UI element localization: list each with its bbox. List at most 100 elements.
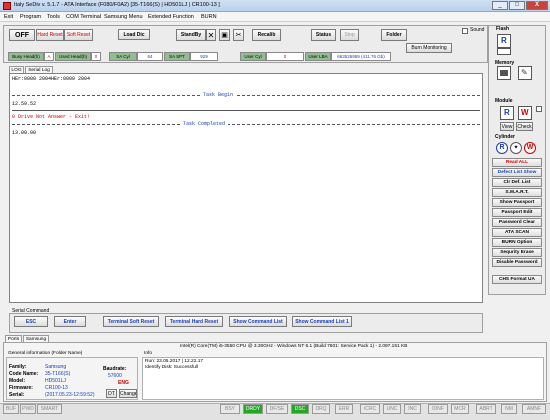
- show-passport-button[interactable]: Show Passport: [492, 198, 542, 207]
- tab-samsung[interactable]: Samsung: [23, 335, 49, 342]
- code-name-value: 35-T166(S): [45, 371, 71, 377]
- sa-spt-label: SA SPT: [164, 52, 190, 61]
- close-button[interactable]: X: [526, 1, 548, 10]
- cancel-x-icon[interactable]: ✕: [206, 29, 216, 41]
- serial-value: (2017.05.23-12:59:52): [45, 392, 95, 398]
- menu-exit[interactable]: Exit: [4, 14, 13, 20]
- soft-reset-button[interactable]: Soft Reset: [64, 29, 93, 41]
- code-name-label: Code Name:: [9, 371, 39, 377]
- terminal-hard-reset-button[interactable]: Terminal Hard Reset: [165, 316, 223, 327]
- task-begin-text: Task Begin: [200, 92, 237, 98]
- used-head-value: 0: [91, 52, 101, 61]
- tab-serial-log[interactable]: Serial Log: [25, 66, 53, 73]
- save-icon[interactable]: ▣: [219, 29, 230, 41]
- recalib-button[interactable]: Recalib: [252, 29, 281, 41]
- status-buf: BUF: [3, 404, 19, 414]
- standby-button[interactable]: StandBy: [176, 29, 206, 41]
- load-dic-button[interactable]: Load Dic: [118, 29, 150, 40]
- sound-label: Sound: [470, 27, 485, 33]
- cylinder-tool-icon[interactable]: ✦: [510, 142, 522, 154]
- disable-password-button[interactable]: Disable Password: [492, 258, 542, 267]
- status-drdy: DRDY: [243, 404, 263, 414]
- clr-def-list-button[interactable]: Clr Def. List: [492, 178, 542, 187]
- cylinder-write-icon[interactable]: W: [524, 142, 536, 154]
- status-smart: SMART: [37, 404, 62, 414]
- change-button[interactable]: Change: [119, 389, 137, 398]
- window-title: Italy SeDiv v. 5.1.7 - ATA Interface (F0…: [14, 2, 220, 8]
- used-head-label: Used Head(h): [55, 52, 91, 61]
- status-dsc: DSC: [291, 404, 309, 414]
- read-all-button[interactable]: Read ALL: [492, 158, 542, 167]
- cylinder-read-icon[interactable]: R: [496, 142, 508, 154]
- menu-extended-function[interactable]: Extended Function: [148, 14, 194, 20]
- status-button[interactable]: Status: [311, 29, 336, 41]
- model-label: Model:: [9, 378, 26, 384]
- module-checkbox[interactable]: [536, 106, 542, 112]
- info-line: Identify Disk: Successfull: [145, 365, 199, 370]
- info-line: Run: 23.05.2017 | 12.22.17: [145, 359, 204, 364]
- chs-format-ua-button[interactable]: CHS Format UA: [492, 275, 542, 284]
- esc-button[interactable]: ESC: [14, 316, 48, 327]
- sound-checkbox[interactable]: [462, 28, 468, 34]
- console-time-end: 13.00.00: [12, 130, 37, 136]
- status-mcr: MCR: [451, 404, 469, 414]
- password-clear-button[interactable]: Password Clear: [492, 218, 542, 227]
- log-console[interactable]: HEr:0000 2004HEr:0000 2004 Task Begin 12…: [9, 73, 483, 303]
- folder-button[interactable]: Folder: [381, 29, 407, 41]
- app-icon: [3, 2, 11, 10]
- busy-head-label: Busy Head(h): [8, 52, 44, 61]
- language-value: ENG: [118, 380, 129, 386]
- enter-button[interactable]: Enter: [54, 316, 86, 327]
- dt-button[interactable]: DT: [106, 389, 117, 398]
- memory-chip-icon[interactable]: [497, 66, 511, 80]
- tools-icon[interactable]: ✂: [233, 29, 244, 41]
- show-command-list-button[interactable]: Show Command List: [229, 316, 287, 327]
- user-lba-value: 663526959 (411.76 Gb): [331, 52, 391, 61]
- hard-reset-button[interactable]: Hard Reset: [36, 29, 64, 41]
- menu-com-terminal[interactable]: COM Terminal: [66, 14, 101, 20]
- show-command-list-1-button[interactable]: Show Command List 1: [292, 316, 352, 327]
- firmware-label: Firmware:: [9, 385, 33, 391]
- menu-bar: Exit Program Tools COM Terminal Samsung …: [0, 12, 550, 22]
- minimize-button[interactable]: _: [492, 1, 508, 10]
- terminal-soft-reset-button[interactable]: Terminal Soft Reset: [103, 316, 159, 327]
- menu-burn[interactable]: BURN: [201, 14, 217, 20]
- smart-button[interactable]: S.M.A.R.T.: [492, 188, 542, 197]
- tab-log[interactable]: LOG: [9, 66, 24, 73]
- security-erase-button[interactable]: Sequrity Erase: [492, 248, 542, 257]
- status-drq: DRQ: [312, 404, 330, 414]
- user-cyl-label: User Cyl: [240, 52, 266, 61]
- general-info-label: General information (Folder Name): [8, 351, 83, 356]
- status-df-se: DF/SE: [266, 404, 288, 414]
- sa-spt-value: 929: [190, 52, 218, 61]
- memory-tool-icon[interactable]: ✎: [518, 66, 532, 80]
- tab-ports[interactable]: Ports: [5, 335, 22, 342]
- model-value: HD501LJ: [45, 378, 66, 384]
- check-button[interactable]: Check: [516, 122, 533, 131]
- firmware-value: CR100-13: [45, 385, 68, 391]
- stop-button[interactable]: Stop: [340, 29, 359, 41]
- separator: [12, 124, 480, 125]
- flash-read-icon[interactable]: R: [497, 34, 511, 48]
- family-label: Family:: [9, 364, 27, 370]
- ata-scan-button[interactable]: ATA SCAN: [492, 228, 542, 237]
- module-read-icon[interactable]: R: [500, 106, 514, 120]
- status-amnf: AMNF: [522, 404, 546, 414]
- view-button[interactable]: View: [500, 122, 514, 131]
- defect-list-show-button[interactable]: Defect List Show: [492, 168, 542, 177]
- flash-write-icon[interactable]: [497, 48, 511, 55]
- separator: [12, 110, 480, 111]
- menu-tools[interactable]: Tools: [47, 14, 60, 20]
- flash-label: Flash: [496, 26, 510, 32]
- cpu-info: Intel(R) Core(TM) i5-3550 CPU @ 3.30GHz …: [180, 344, 408, 349]
- off-button[interactable]: OFF: [9, 29, 35, 41]
- console-line: HEr:0000 2004HEr:0000 2004: [12, 76, 91, 82]
- burn-option-button[interactable]: BURN Option: [492, 238, 542, 247]
- family-value: Samsung: [45, 364, 67, 370]
- menu-program[interactable]: Program: [20, 14, 41, 20]
- module-write-icon[interactable]: W: [518, 106, 532, 120]
- maximize-button[interactable]: □: [509, 1, 525, 10]
- burn-monitoring-button[interactable]: Burn Monitoring: [406, 43, 452, 53]
- menu-samsung[interactable]: Samsung Menu: [104, 14, 143, 20]
- passport-edit-button[interactable]: Passport Edit: [492, 208, 542, 217]
